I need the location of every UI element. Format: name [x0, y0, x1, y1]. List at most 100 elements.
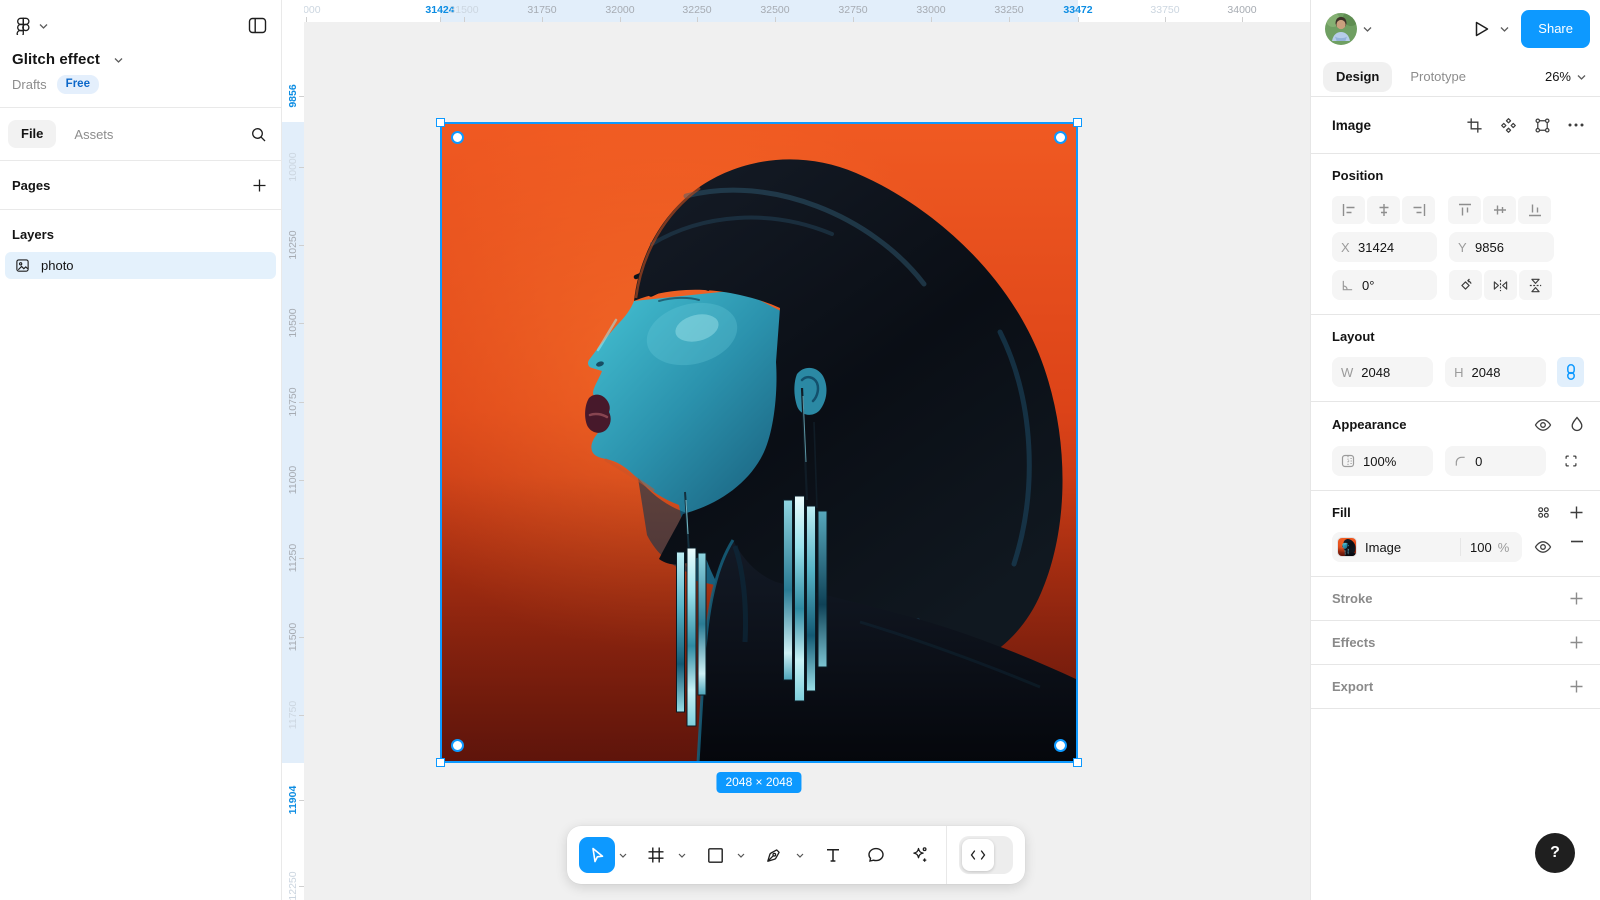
rotation-field[interactable]: 0° — [1332, 270, 1437, 300]
expand-icon[interactable] — [1557, 446, 1584, 476]
more-options-icon[interactable] — [1568, 123, 1584, 127]
avatar[interactable] — [1325, 13, 1357, 45]
fill-opacity-value[interactable]: 100 — [1470, 540, 1492, 555]
zoom-level-dropdown[interactable]: 26% — [1545, 69, 1586, 84]
appearance-label: Appearance — [1332, 417, 1406, 432]
align-horizontal-center-icon[interactable] — [1367, 196, 1400, 224]
help-button[interactable]: ? — [1535, 833, 1575, 873]
frame-tool-button[interactable] — [638, 837, 674, 873]
ruler-label: 32750 — [838, 4, 867, 16]
y-field-prefix: Y — [1458, 240, 1467, 255]
x-position-field[interactable]: X 31424 — [1332, 232, 1437, 262]
chevron-down-icon[interactable] — [114, 57, 123, 63]
visibility-eye-icon[interactable] — [1534, 418, 1552, 432]
corner-radius-value: 0 — [1475, 454, 1482, 469]
ruler-tick — [775, 17, 776, 22]
align-right-icon[interactable] — [1402, 196, 1435, 224]
tab-prototype[interactable]: Prototype — [1410, 69, 1466, 84]
align-top-icon[interactable] — [1448, 196, 1481, 224]
rotate-90-icon[interactable] — [1449, 270, 1482, 300]
file-meta-row: Drafts Free — [0, 68, 281, 107]
align-left-icon[interactable] — [1332, 196, 1365, 224]
file-title-row: Glitch effect — [0, 35, 281, 68]
share-button[interactable]: Share — [1521, 10, 1590, 48]
flip-horizontal-icon[interactable] — [1484, 270, 1517, 300]
file-name[interactable]: Glitch effect — [12, 51, 100, 68]
layers-header: Layers — [12, 227, 54, 242]
edit-object-icon[interactable] — [1534, 117, 1551, 134]
rectangle-tool-chevron-icon[interactable] — [733, 837, 749, 873]
avatar-chevron-icon[interactable] — [1363, 26, 1372, 32]
rectangle-tool-button[interactable] — [697, 837, 733, 873]
image-layer-icon — [15, 258, 30, 273]
height-field[interactable]: H 2048 — [1445, 357, 1546, 387]
pages-header: Pages — [12, 178, 50, 193]
frame-tool-chevron-icon[interactable] — [674, 837, 690, 873]
add-stroke-icon[interactable] — [1569, 591, 1584, 606]
add-export-icon[interactable] — [1569, 679, 1584, 694]
ruler-label: 32500 — [760, 4, 789, 16]
present-options-chevron-icon[interactable] — [1500, 26, 1509, 32]
tab-file[interactable]: File — [8, 120, 56, 148]
ruler-tick — [1165, 17, 1166, 22]
ruler-tick — [299, 402, 304, 403]
flip-vertical-icon[interactable] — [1519, 270, 1552, 300]
comment-tool-button[interactable] — [858, 837, 894, 873]
add-page-icon[interactable] — [252, 178, 267, 193]
selected-image-object[interactable] — [440, 122, 1078, 763]
height-prefix: H — [1454, 365, 1463, 380]
dev-mode-toggle[interactable] — [959, 836, 1013, 874]
selection-size-badge: 2048 × 2048 — [716, 772, 801, 793]
corner-radius-field[interactable]: 0 — [1445, 446, 1546, 476]
fill-visibility-eye-icon[interactable] — [1534, 540, 1552, 554]
ruler-label: 11000 — [287, 466, 299, 494]
actions-tool-button[interactable] — [901, 837, 937, 873]
pen-tool-chevron-icon[interactable] — [792, 837, 808, 873]
add-fill-icon[interactable] — [1569, 505, 1584, 520]
y-position-field[interactable]: Y 9856 — [1449, 232, 1554, 262]
align-bottom-icon[interactable] — [1518, 196, 1551, 224]
ruler-tick — [299, 715, 304, 716]
blend-mode-icon[interactable] — [1570, 416, 1584, 433]
component-icon[interactable] — [1500, 117, 1517, 134]
text-tool-button[interactable] — [815, 837, 851, 873]
constrain-proportions-icon[interactable] — [1557, 357, 1584, 387]
panel-tabs: Design Prototype 26% — [1311, 57, 1600, 97]
align-vertical-center-icon[interactable] — [1483, 196, 1516, 224]
move-tool-chevron-icon[interactable] — [615, 837, 631, 873]
crop-icon[interactable] — [1466, 117, 1483, 134]
opacity-field[interactable]: 100% — [1332, 446, 1433, 476]
tab-assets[interactable]: Assets — [74, 127, 113, 142]
present-play-icon[interactable] — [1470, 16, 1494, 42]
add-effect-icon[interactable] — [1569, 635, 1584, 650]
ruler-label: 33000 — [916, 4, 945, 16]
ruler-tick — [306, 17, 307, 22]
ruler-label: 34000 — [1227, 4, 1256, 16]
layer-item-photo[interactable]: photo — [5, 252, 276, 279]
effects-section: Effects — [1311, 621, 1600, 665]
ruler-label: 10500 — [287, 308, 299, 337]
styles-icon[interactable] — [1536, 505, 1551, 520]
search-icon[interactable] — [250, 126, 267, 143]
fill-value-pill[interactable]: Image 100 % — [1332, 532, 1522, 562]
ruler-tick — [1078, 17, 1079, 22]
chevron-down-icon[interactable] — [39, 23, 48, 29]
left-sidebar: Glitch effect Drafts Free File Assets Pa… — [0, 0, 282, 900]
pen-tool-button[interactable] — [756, 837, 792, 873]
move-tool-button[interactable] — [579, 837, 615, 873]
figma-logo-icon[interactable] — [14, 16, 33, 35]
width-field[interactable]: W 2048 — [1332, 357, 1433, 387]
tab-design[interactable]: Design — [1323, 62, 1392, 92]
canvas[interactable]: 3100031424315003175032000322503250032750… — [282, 0, 1310, 900]
ruler-label: 31750 — [527, 4, 556, 16]
zoom-level-value: 26% — [1545, 69, 1571, 84]
toolbar-divider — [946, 826, 947, 884]
remove-fill-icon[interactable] — [1570, 540, 1584, 554]
toggle-sidebar-icon[interactable] — [248, 17, 267, 34]
alignment-row — [1332, 196, 1584, 224]
fill-image-thumbnail[interactable] — [1337, 537, 1357, 557]
ruler-tick — [542, 17, 543, 22]
ruler-label: 11250 — [287, 544, 299, 572]
file-location[interactable]: Drafts — [12, 77, 47, 92]
opacity-value: 100% — [1363, 454, 1396, 469]
